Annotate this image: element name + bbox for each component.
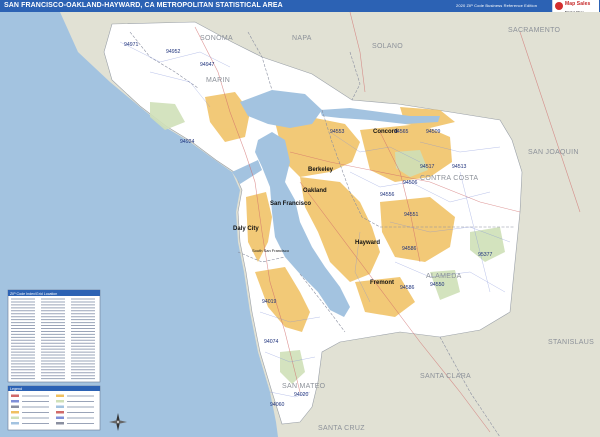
legend-swatch — [56, 416, 64, 419]
legend-swatch — [11, 394, 19, 397]
legend-swatch — [56, 405, 64, 408]
legend-swatch — [11, 405, 19, 408]
legend-swatch — [11, 411, 19, 414]
legend-swatch — [56, 394, 64, 397]
county-label-sonoma: SONOMA — [200, 35, 233, 42]
zip-label: 94556 — [380, 192, 395, 198]
zip-label: 94952 — [166, 49, 181, 55]
city-label-san-francisco: San Francisco — [270, 201, 311, 207]
city-label-south-san-francisco: South San Francisco — [252, 248, 290, 253]
zip-label: 94971 — [124, 42, 139, 48]
county-label-san-mateo: SAN MATEO — [282, 383, 326, 390]
county-label-sacramento: SACRAMENTO — [508, 27, 561, 34]
county-label-marin: MARIN — [206, 77, 230, 84]
zip-label: 94517 — [420, 164, 435, 170]
legend-swatch — [56, 400, 64, 403]
county-label-alameda: ALAMEDA — [426, 273, 462, 280]
legend-swatch — [56, 411, 64, 414]
city-label-fremont: Fremont — [370, 280, 394, 286]
city-label-daly-city: Daly City — [233, 226, 259, 232]
legend-box: Legend — [7, 385, 101, 431]
county-label-napa: NAPA — [292, 35, 312, 42]
legend-swatch — [11, 422, 19, 425]
zip-label: 94924 — [180, 139, 195, 145]
zip-label: 94947 — [200, 62, 215, 68]
map-frame: SAN FRANCISCO-OAKLAND-HAYWARD, CA METROP… — [0, 0, 600, 437]
county-label-santa-clara: SANTA CLARA — [420, 373, 471, 380]
zip-label: 94586 — [400, 285, 415, 291]
zip-label: 94074 — [264, 339, 279, 345]
county-label-contra-costa: CONTRA COSTA — [420, 175, 478, 182]
map-canvas: SONOMA NAPA SOLANO SACRAMENTO MARIN SAN … — [0, 12, 600, 437]
map-title: SAN FRANCISCO-OAKLAND-HAYWARD, CA METROP… — [4, 2, 283, 9]
county-label-stanislaus: STANISLAUS — [548, 339, 594, 346]
zip-label: 94513 — [452, 164, 467, 170]
publisher-logo: Map Sales Market Maps — [552, 0, 599, 14]
city-label-hayward: Hayward — [355, 240, 380, 246]
zip-label: 94060 — [270, 402, 285, 408]
legend-swatch — [11, 416, 19, 419]
city-label-berkeley: Berkeley — [308, 167, 334, 173]
zip-label: 94019 — [262, 299, 277, 305]
logo-mark-icon — [555, 2, 563, 10]
zip-label: 94553 — [330, 129, 345, 135]
city-label-oakland: Oakland — [303, 188, 327, 194]
county-label-santa-cruz: SANTA CRUZ — [318, 425, 365, 432]
edition-label: 2020 ZIP Code Business Reference Edition — [456, 3, 538, 8]
zip-label: 94565 — [394, 129, 409, 135]
legend-swatch — [11, 400, 19, 403]
legend-title: Legend — [10, 387, 22, 391]
zip-label: 95377 — [478, 252, 493, 258]
zip-label: 94509 — [426, 129, 441, 135]
zip-index-table: ZIP Code Index/Grid Location — [7, 289, 101, 383]
zip-label: 94586 — [402, 246, 417, 252]
zip-label: 94020 — [294, 392, 309, 398]
legend-swatch — [56, 422, 64, 425]
zip-label: 94506 — [403, 180, 418, 186]
title-bar: SAN FRANCISCO-OAKLAND-HAYWARD, CA METROP… — [0, 0, 600, 14]
zip-index-title: ZIP Code Index/Grid Location — [10, 292, 57, 296]
county-label-solano: SOLANO — [372, 43, 403, 50]
zip-label: 94551 — [404, 212, 419, 218]
zip-label: 94550 — [430, 282, 445, 288]
county-label-san-joaquin: SAN JOAQUIN — [528, 149, 579, 156]
